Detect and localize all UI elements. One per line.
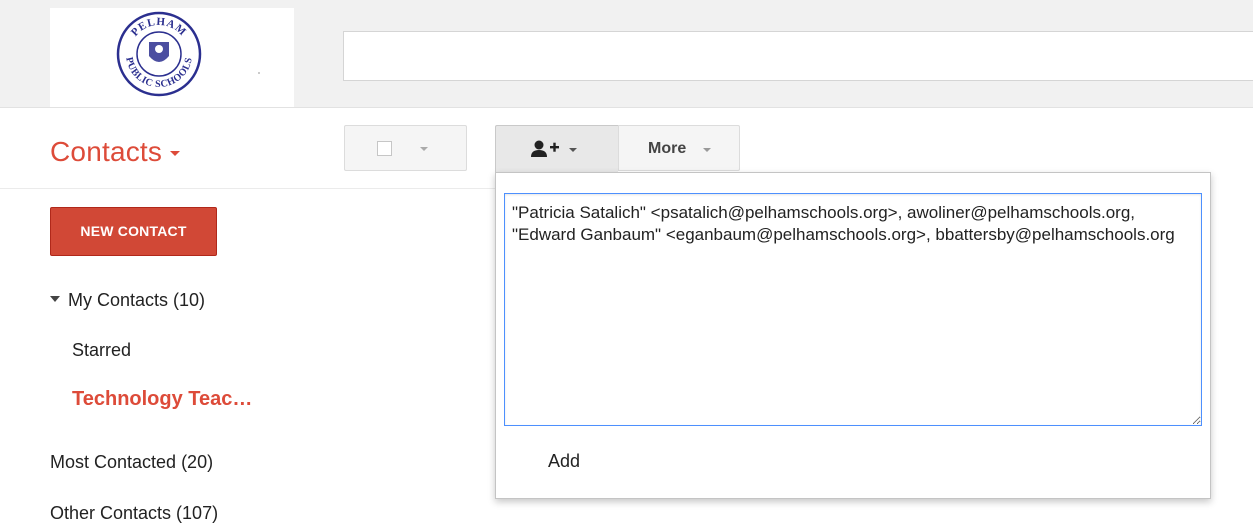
search-input[interactable] xyxy=(343,31,1253,81)
sidebar-item-technology-teachers[interactable]: Technology Teac… xyxy=(72,388,252,411)
sidebar-item-starred[interactable]: Starred xyxy=(72,340,131,361)
app-title-dropdown[interactable]: Contacts xyxy=(50,136,181,168)
chevron-down-icon xyxy=(569,148,577,152)
triangle-down-icon xyxy=(50,296,60,303)
more-button[interactable]: More xyxy=(618,125,740,171)
top-header: PELHAM PUBLIC SCHOOLS xyxy=(0,0,1253,108)
more-label: More xyxy=(648,140,687,157)
checkbox-icon xyxy=(377,141,392,156)
sidebar-group-my-contacts[interactable]: My Contacts (10) xyxy=(50,290,205,311)
chevron-down-icon xyxy=(170,151,181,157)
logo-dot xyxy=(258,72,260,74)
contacts-textarea[interactable]: "Patricia Satalich" <psatalich@pelhamsch… xyxy=(504,193,1202,426)
sidebar-group-label: My Contacts (10) xyxy=(68,290,206,310)
sidebar-item-most-contacted[interactable]: Most Contacted (20) xyxy=(50,452,213,473)
chevron-down-icon xyxy=(703,148,711,152)
sidebar-item-other-contacts[interactable]: Other Contacts (107) xyxy=(50,503,218,524)
add-contact-button[interactable] xyxy=(495,125,618,172)
divider xyxy=(0,188,500,189)
add-contacts-popup: "Patricia Satalich" <psatalich@pelhamsch… xyxy=(495,172,1211,499)
app-title-label: Contacts xyxy=(50,136,163,167)
logo-area: PELHAM PUBLIC SCHOOLS xyxy=(50,8,294,107)
person-add-icon xyxy=(531,140,559,157)
school-seal-logo: PELHAM PUBLIC SCHOOLS xyxy=(116,11,202,97)
add-button[interactable]: Add xyxy=(548,451,580,472)
new-contact-button[interactable]: NEW CONTACT xyxy=(50,207,217,256)
chevron-down-icon xyxy=(420,147,428,151)
select-all-button[interactable] xyxy=(344,125,467,171)
